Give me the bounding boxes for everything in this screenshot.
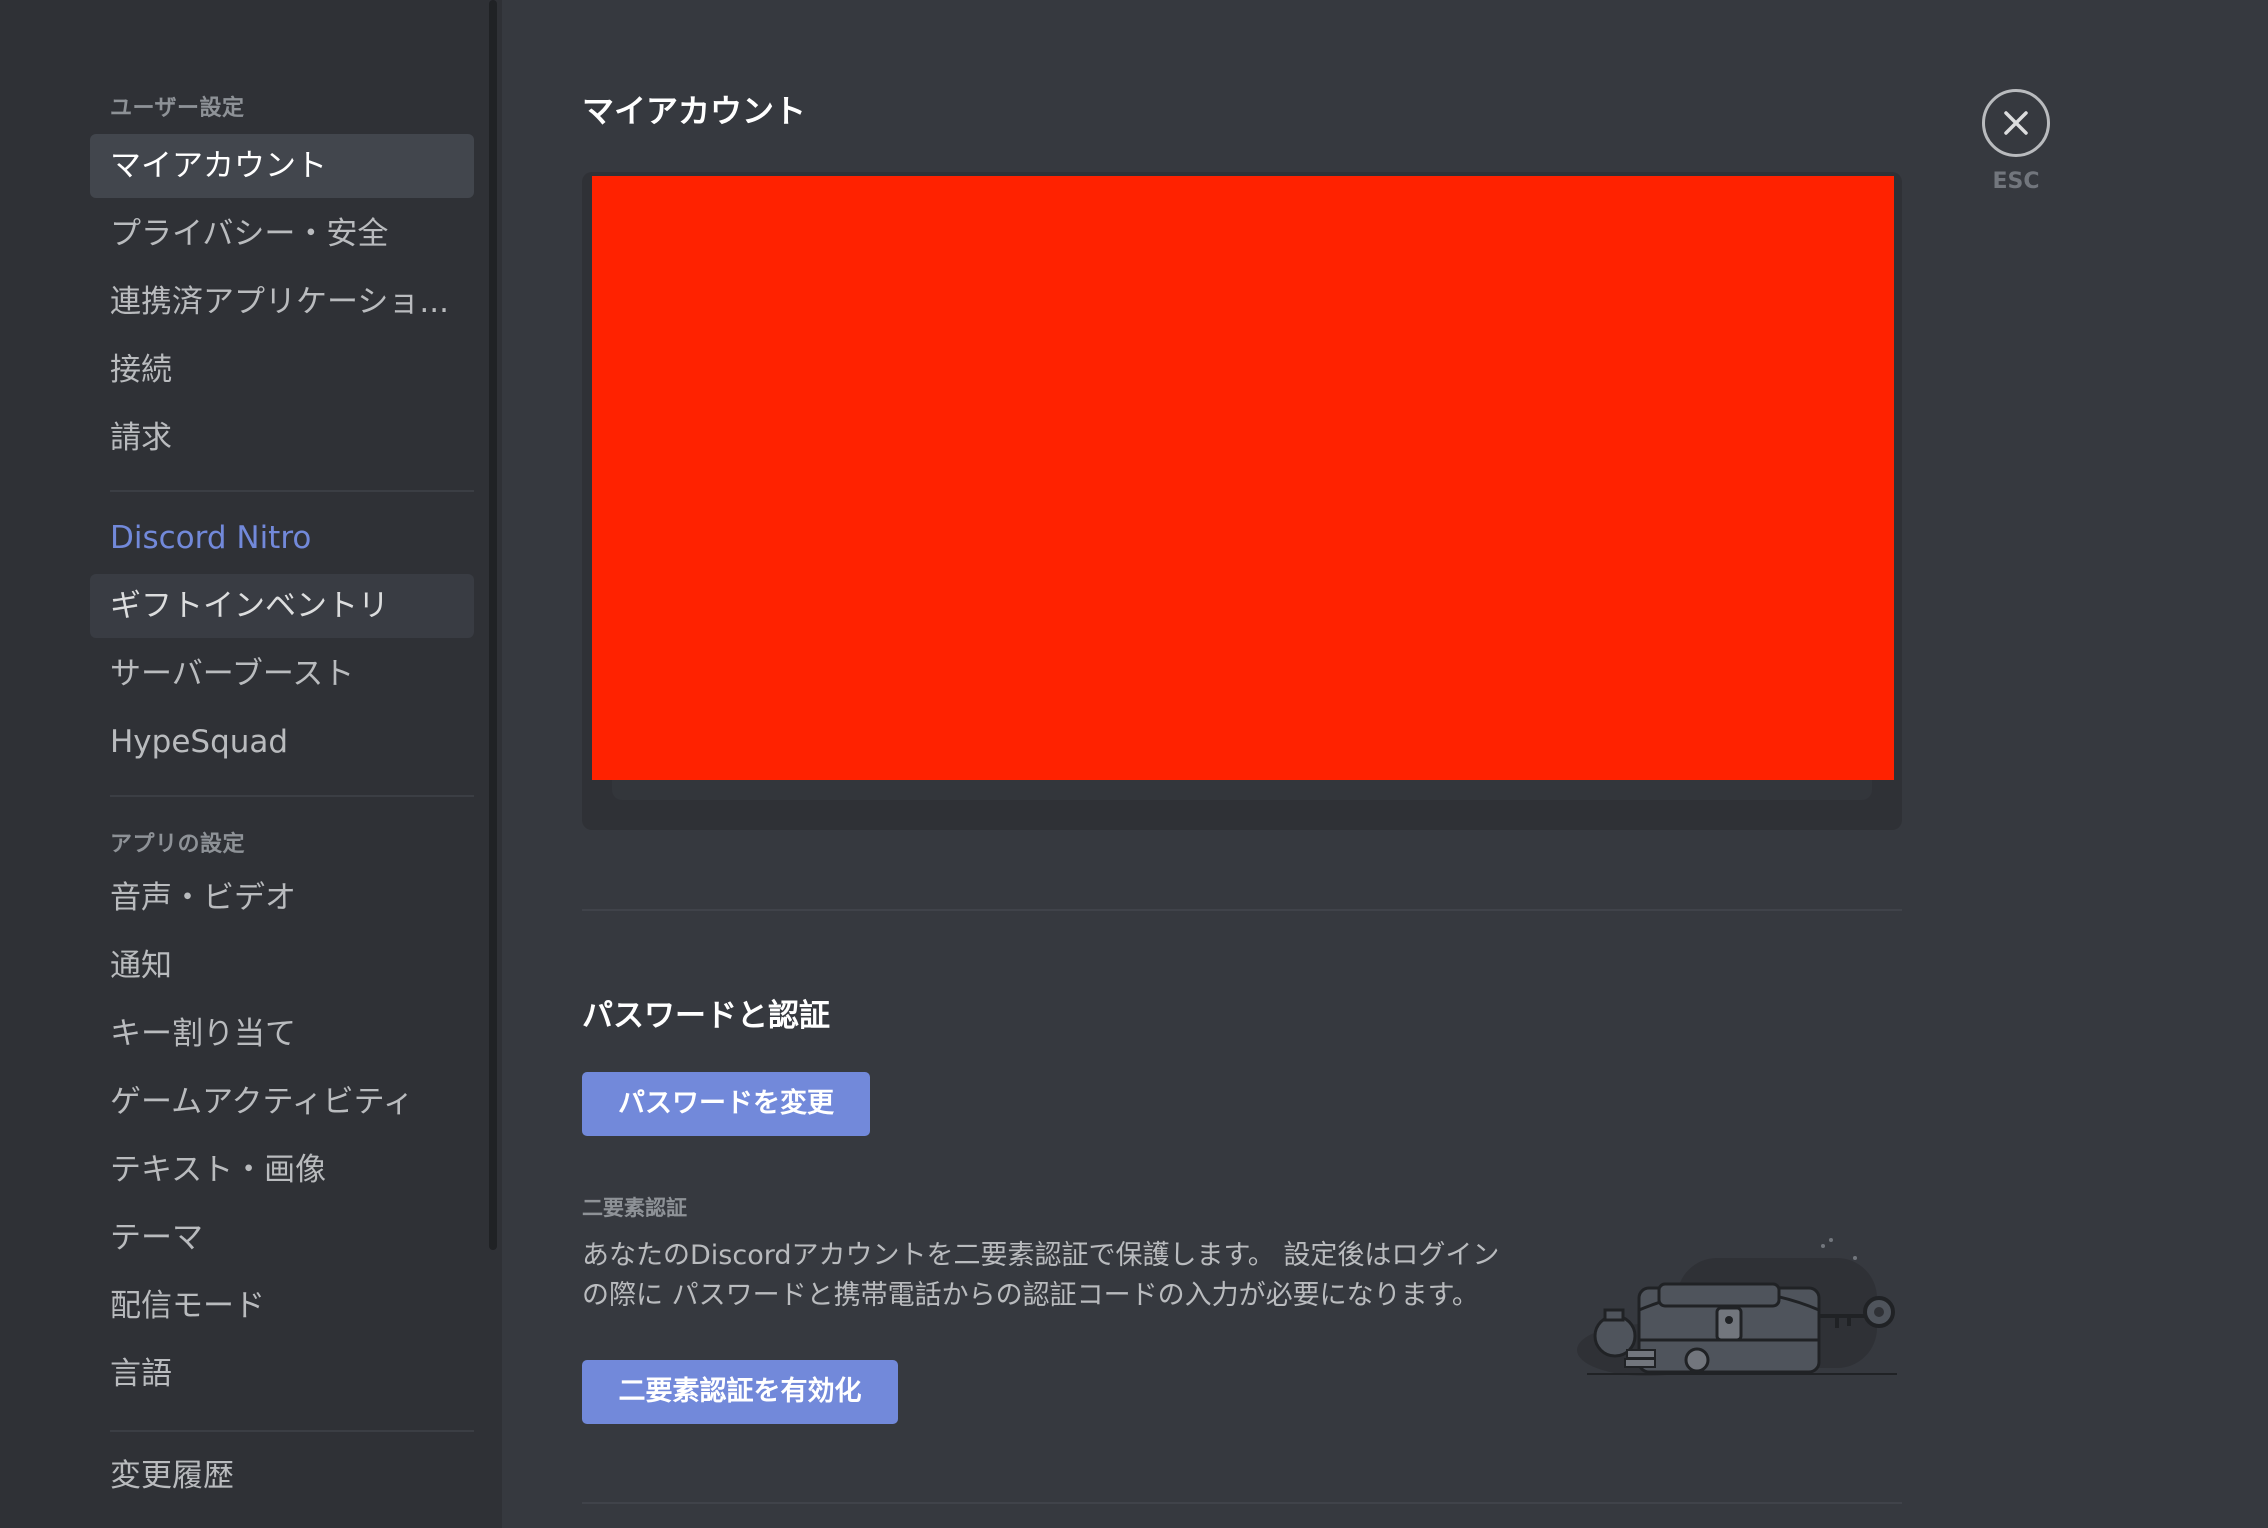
settings-sidebar: ユーザー設定 マイアカウント プライバシー・安全 連携済アプリケーショ... 接… [0,0,502,1528]
section-divider [582,1502,1902,1504]
password-section-title: パスワードと認証 [582,998,830,1034]
sidebar-item-theme[interactable]: テーマ [90,1206,474,1270]
sidebar-item-hypesquad[interactable]: HypeSquad [90,710,474,774]
sidebar-item-language[interactable]: 言語 [90,1342,474,1406]
tfa-description: あなたのDiscordアカウントを二要素認証で保護します。 設定後はログイン の… [582,1236,1502,1316]
tfa-description-line2: の際に パスワードと携帯電話からの認証コードの入力が必要になります。 [582,1280,1479,1311]
app-settings-header: アプリの設定 [110,832,246,857]
sidebar-item-game-activity[interactable]: ゲームアクティビティ [90,1070,474,1134]
treasure-chest-illustration [1577,1238,1897,1376]
esc-label: ESC [1992,169,2040,194]
sidebar-item-connections[interactable]: 接続 [90,338,474,402]
sidebar-item-privacy-safety[interactable]: プライバシー・安全 [90,202,474,266]
page-title: マイアカウント [582,92,807,130]
settings-app: ユーザー設定 マイアカウント プライバシー・安全 連携済アプリケーショ... 接… [0,0,2268,1528]
sidebar-item-text-images[interactable]: テキスト・画像 [90,1138,474,1202]
sidebar-item-keybinds[interactable]: キー割り当て [90,1002,474,1066]
account-card [582,172,1902,830]
sidebar-item-changelog[interactable]: 変更履歴 [90,1444,474,1508]
settings-content: マイアカウント パスワードと認証 パスワードを変更 二要素認証 あなたのDisc… [582,0,1902,1528]
sidebar-scrollbar[interactable] [489,0,497,1250]
close-button[interactable] [1982,89,2050,157]
sidebar-divider [110,1430,474,1432]
sidebar-item-streamer-mode[interactable]: 配信モード [90,1274,474,1338]
redacted-account-info [592,176,1894,780]
sidebar-item-gift-inventory[interactable]: ギフトインベントリ [90,574,474,638]
section-divider [582,909,1902,911]
close-settings: ESC [1980,89,2052,194]
sidebar-divider [110,795,474,797]
sidebar-item-voice-video[interactable]: 音声・ビデオ [90,866,474,930]
sidebar-item-server-boost[interactable]: サーバーブースト [90,642,474,706]
tfa-description-line1: あなたのDiscordアカウントを二要素認証で保護します。 設定後はログイン [582,1240,1500,1271]
close-icon [2004,111,2028,135]
user-settings-header: ユーザー設定 [110,96,245,121]
enable-tfa-button[interactable]: 二要素認証を有効化 [582,1360,898,1424]
sidebar-item-my-account[interactable]: マイアカウント [90,134,474,198]
sidebar-item-discord-nitro[interactable]: Discord Nitro [90,506,474,570]
sidebar-item-authorized-apps[interactable]: 連携済アプリケーショ... [90,270,474,334]
tfa-label: 二要素認証 [582,1196,687,1220]
sidebar-divider [110,490,474,492]
sidebar-item-notifications[interactable]: 通知 [90,934,474,998]
change-password-button[interactable]: パスワードを変更 [582,1072,870,1136]
sidebar-item-billing[interactable]: 請求 [90,406,474,470]
